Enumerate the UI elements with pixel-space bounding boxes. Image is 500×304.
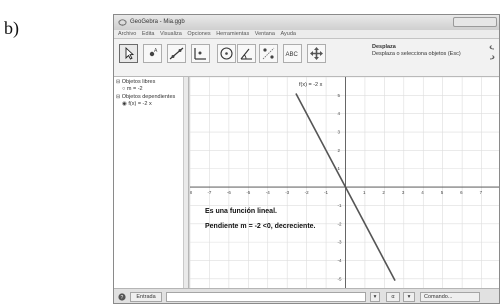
svg-text:ABC: ABC (286, 52, 299, 58)
dependent-objects-header[interactable]: ⊟ Objetos dependientes (116, 94, 175, 100)
x-tick-label: -5 (246, 190, 250, 195)
move-arrow-icon (125, 46, 135, 60)
menu-ventana[interactable]: Ventana (255, 31, 275, 37)
command-dropdown-arrow-icon[interactable]: ▾ (403, 292, 415, 302)
x-tick-label: 6 (460, 190, 463, 195)
point-icon: A (149, 48, 158, 57)
svg-text:?: ? (121, 295, 124, 301)
active-tool-name: Desplaza (372, 44, 396, 50)
grid-lines (189, 76, 499, 288)
title-bar: GeoGebra - Mia.ggb (114, 15, 499, 30)
window-title: GeoGebra - Mia.ggb (130, 19, 185, 25)
active-tool-hint: Desplaza o selecciona objetos (Esc) (372, 51, 461, 57)
x-tick-label: 1 (363, 190, 366, 195)
annotation-line-1[interactable]: Es una función lineal. (205, 208, 277, 215)
menu-bar: Archivo Edita Visualiza Opciones Herrami… (114, 30, 499, 39)
x-tick-label: -8 (190, 190, 192, 195)
function-plot[interactable]: -8-7-6-5-4-3-2-11234567-5-4-3-2-112345 f… (188, 76, 500, 288)
y-tick-label: -4 (338, 258, 342, 263)
hidden-object-marker-icon[interactable]: ○ (122, 86, 125, 92)
tree-collapse-icon[interactable]: ⊟ (116, 79, 120, 85)
menu-edita[interactable]: Edita (142, 31, 155, 37)
menu-opciones[interactable]: Opciones (187, 31, 210, 37)
visible-object-marker-icon[interactable]: ◉ (122, 101, 127, 107)
symbol-button[interactable]: α (386, 292, 400, 302)
perpendicular-icon (194, 48, 206, 60)
y-tick-label: -2 (338, 221, 342, 226)
x-tick-label: -7 (207, 190, 211, 195)
free-objects-header[interactable]: ⊟ Objetos libres (116, 79, 155, 85)
perpendicular-tool-button[interactable] (191, 44, 210, 63)
algebra-view: ⊟ Objetos libres ○ m = -2 ⊟ Objetos depe… (114, 77, 189, 288)
reflect-tool-button[interactable] (259, 44, 278, 63)
line-icon (169, 47, 184, 60)
x-tick-label: -3 (285, 190, 289, 195)
point-tool-button[interactable]: A (143, 44, 162, 63)
geogebra-logo-icon (118, 19, 127, 27)
figure-label: b) (4, 18, 19, 38)
circle-tool-button[interactable] (217, 44, 236, 63)
text-tool-button[interactable]: ABC (283, 44, 302, 63)
menu-visualiza[interactable]: Visualiza (160, 31, 182, 37)
x-tick-label: 7 (480, 190, 483, 195)
y-tick-label: -1 (338, 203, 342, 208)
text-abc-icon: ABC (286, 52, 299, 58)
algebra-item-m[interactable]: ○ m = -2 (122, 86, 143, 92)
x-tick-label: -4 (266, 190, 270, 195)
geogebra-window: GeoGebra - Mia.ggb Archivo Edita Visuali… (113, 14, 500, 304)
undo-redo-icon[interactable] (488, 44, 496, 64)
input-bar: ? Entrada ▾ α ▾ Comando... (114, 288, 499, 303)
reflect-icon (262, 47, 275, 60)
y-tick-label: -5 (338, 276, 342, 281)
tree-collapse-icon[interactable]: ⊟ (116, 94, 120, 100)
svg-text:A: A (154, 48, 158, 54)
active-tool-caption: Desplaza Desplaza o selecciona objetos (… (372, 44, 461, 58)
x-tick-label: 2 (382, 190, 385, 195)
line-tool-button[interactable] (167, 44, 186, 63)
function-label[interactable]: f(x) = -2 x (299, 82, 323, 88)
x-tick-label: 3 (402, 190, 405, 195)
x-tick-label: 4 (421, 190, 424, 195)
menu-ayuda[interactable]: Ayuda (280, 31, 296, 37)
algebra-item-f[interactable]: ◉ f(x) = -2 x (122, 101, 152, 107)
x-tick-label: -6 (227, 190, 231, 195)
x-tick-label: -1 (324, 190, 328, 195)
input-label: Entrada (130, 292, 162, 302)
x-tick-label: -2 (305, 190, 309, 195)
menu-archivo[interactable]: Archivo (118, 31, 136, 37)
angle-tool-button[interactable] (237, 44, 256, 63)
annotation-line-2[interactable]: Pendiente m = -2 <0, decreciente. (205, 223, 316, 230)
axes (190, 77, 499, 288)
angle-icon (240, 48, 252, 60)
move-view-tool-button[interactable] (307, 44, 326, 63)
move-view-icon (310, 47, 323, 60)
input-field[interactable] (166, 292, 366, 302)
y-tick-label: -3 (338, 240, 342, 245)
circle-icon (220, 47, 233, 60)
toolbar: A ABC Desplaza Desplaza o selecciona obj… (114, 39, 499, 77)
window-controls[interactable] (453, 17, 497, 27)
command-dropdown[interactable]: Comando... (420, 292, 480, 302)
graphics-view[interactable]: -8-7-6-5-4-3-2-11234567-5-4-3-2-112345 f… (188, 76, 500, 288)
symbol-dropdown-arrow-icon[interactable]: ▾ (370, 292, 380, 302)
help-icon[interactable]: ? (118, 293, 126, 301)
menu-herramientas[interactable]: Herramientas (216, 31, 249, 37)
algebra-scrollbar[interactable] (183, 77, 188, 288)
x-tick-label: 5 (441, 190, 444, 195)
move-tool-button[interactable] (119, 44, 138, 63)
